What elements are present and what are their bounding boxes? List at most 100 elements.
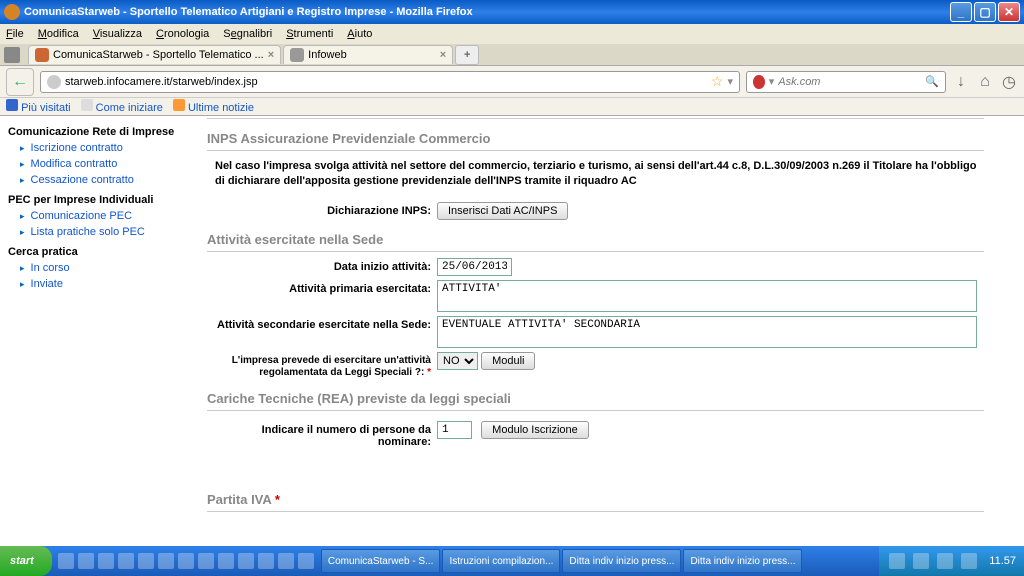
quicklaunch-icon[interactable] bbox=[238, 553, 254, 569]
search-bar[interactable]: ▾ 🔍 bbox=[746, 71, 946, 93]
sidebar-item-in-corso[interactable]: In corso bbox=[8, 260, 187, 276]
url-bar[interactable]: ☆ ▾ bbox=[40, 71, 740, 93]
section-attivita-title: Attività esercitate nella Sede bbox=[207, 228, 984, 252]
sidebar-item-iscrizione[interactable]: Iscrizione contratto bbox=[8, 140, 187, 156]
attivita-secondarie-textarea[interactable]: EVENTUALE ATTIVITA' SECONDARIA bbox=[437, 316, 977, 348]
sidebar-section-pec: PEC per Imprese Individuali bbox=[8, 194, 187, 206]
home-icon[interactable]: ⌂ bbox=[976, 73, 994, 91]
menu-aiuto[interactable]: Aiuto bbox=[347, 28, 372, 40]
quicklaunch-icon[interactable] bbox=[58, 553, 74, 569]
section-inps-title: INPS Assicurazione Previdenziale Commerc… bbox=[207, 127, 984, 151]
bookmark-star-icon[interactable]: ☆ bbox=[711, 73, 724, 90]
menu-cronologia[interactable]: Cronologia bbox=[156, 28, 209, 40]
tab-strip: ComunicaStarweb - Sportello Telematico .… bbox=[0, 44, 1024, 66]
tab-label: Infoweb bbox=[308, 49, 347, 61]
bookmark-ultime-notizie[interactable]: Ultime notizie bbox=[173, 99, 254, 114]
search-magnifier-icon[interactable]: 🔍 bbox=[925, 75, 939, 88]
bookmark-come-iniziare[interactable]: Come iniziare bbox=[81, 99, 163, 114]
attivita-secondarie-label: Attività secondarie esercitate nella Sed… bbox=[207, 316, 437, 331]
bookmark-piu-visitati[interactable]: Più visitati bbox=[6, 99, 71, 114]
close-button[interactable]: ✕ bbox=[998, 2, 1020, 22]
quicklaunch-icon[interactable] bbox=[298, 553, 314, 569]
window-titlebar: ComunicaStarweb - Sportello Telematico A… bbox=[0, 0, 1024, 24]
ask-icon bbox=[753, 75, 765, 89]
main-form: INPS Assicurazione Previdenziale Commerc… bbox=[195, 116, 1024, 558]
persone-input[interactable] bbox=[437, 421, 472, 439]
task-ditta-2[interactable]: Ditta indiv inizio press... bbox=[683, 549, 802, 573]
maximize-button[interactable]: ▢ bbox=[974, 2, 996, 22]
tray-icon[interactable] bbox=[889, 553, 905, 569]
sidebar-item-inviate[interactable]: Inviate bbox=[8, 276, 187, 292]
start-button[interactable]: start bbox=[0, 546, 52, 576]
menu-file[interactable]: File bbox=[6, 28, 24, 40]
menu-visualizza[interactable]: Visualizza bbox=[93, 28, 142, 40]
attivita-primaria-textarea[interactable]: ATTIVITA' bbox=[437, 280, 977, 312]
url-input[interactable] bbox=[65, 76, 707, 88]
inserisci-dati-button[interactable]: Inserisci Dati AC/INPS bbox=[437, 202, 568, 220]
search-dropdown-icon[interactable]: ▾ bbox=[769, 75, 775, 88]
tab-close-icon[interactable]: × bbox=[440, 49, 446, 61]
task-ditta-1[interactable]: Ditta indiv inizio press... bbox=[562, 549, 681, 573]
menu-strumenti[interactable]: Strumenti bbox=[286, 28, 333, 40]
tray-icon[interactable] bbox=[937, 553, 953, 569]
modulo-iscrizione-button[interactable]: Modulo Iscrizione bbox=[481, 421, 589, 439]
download-icon[interactable]: ↓ bbox=[952, 73, 970, 91]
menu-bar: File Modifica Visualizza Cronologia Segn… bbox=[0, 24, 1024, 44]
new-tab-button[interactable]: + bbox=[455, 45, 479, 65]
attivita-primaria-label: Attività primaria esercitata: bbox=[207, 280, 437, 295]
dichiarazione-label: Dichiarazione INPS: bbox=[207, 202, 437, 217]
nav-toolbar: ← ☆ ▾ ▾ 🔍 ↓ ⌂ ◷ bbox=[0, 66, 1024, 98]
window-title: ComunicaStarweb - Sportello Telematico A… bbox=[24, 6, 473, 18]
data-inizio-label: Data inizio attività: bbox=[207, 258, 437, 273]
clock[interactable]: 11.57 bbox=[989, 555, 1016, 567]
quicklaunch-icon[interactable] bbox=[178, 553, 194, 569]
moduli-button[interactable]: Moduli bbox=[481, 352, 535, 370]
browser-tab-1[interactable]: ComunicaStarweb - Sportello Telematico .… bbox=[28, 45, 281, 64]
menu-modifica[interactable]: Modifica bbox=[38, 28, 79, 40]
sidebar-section-cerca: Cerca pratica bbox=[8, 246, 187, 258]
sidebar-item-modifica[interactable]: Modifica contratto bbox=[8, 156, 187, 172]
quicklaunch-icon[interactable] bbox=[138, 553, 154, 569]
sidebar-item-cessazione[interactable]: Cessazione contratto bbox=[8, 172, 187, 188]
quicklaunch-icon[interactable] bbox=[158, 553, 174, 569]
quicklaunch-icon[interactable] bbox=[118, 553, 134, 569]
leggi-speciali-label: L'impresa prevede di esercitare un'attiv… bbox=[207, 352, 437, 379]
quicklaunch-icon[interactable] bbox=[98, 553, 114, 569]
task-istruzioni[interactable]: Istruzioni compilazion... bbox=[442, 549, 560, 573]
quicklaunch-icon[interactable] bbox=[78, 553, 94, 569]
persone-label: Indicare il numero di persone da nominar… bbox=[207, 421, 437, 448]
print-icon[interactable] bbox=[4, 47, 20, 63]
section-piva-title: Partita IVA * bbox=[207, 488, 984, 512]
history-icon[interactable]: ◷ bbox=[1000, 73, 1018, 91]
tray-icon[interactable] bbox=[961, 553, 977, 569]
bookmarks-toolbar: Più visitati Come iniziare Ultime notizi… bbox=[0, 98, 1024, 116]
back-button[interactable]: ← bbox=[6, 68, 34, 96]
quicklaunch-icon[interactable] bbox=[198, 553, 214, 569]
section-cariche-title: Cariche Tecniche (REA) previste da leggi… bbox=[207, 387, 984, 411]
tab-favicon-icon bbox=[290, 48, 304, 62]
sidebar: Comunicazione Rete di Imprese Iscrizione… bbox=[0, 116, 195, 558]
sidebar-section-comunicazione: Comunicazione Rete di Imprese bbox=[8, 126, 187, 138]
search-input[interactable] bbox=[778, 76, 921, 88]
tray-icon[interactable] bbox=[913, 553, 929, 569]
taskbar: start ComunicaStarweb - S... Istruzioni … bbox=[0, 546, 1024, 576]
quicklaunch-icon[interactable] bbox=[258, 553, 274, 569]
quicklaunch-icon[interactable] bbox=[278, 553, 294, 569]
browser-tab-2[interactable]: Infoweb × bbox=[283, 45, 453, 64]
quicklaunch-icon[interactable] bbox=[218, 553, 234, 569]
data-inizio-input[interactable] bbox=[437, 258, 512, 276]
sidebar-item-comunicazione-pec[interactable]: Comunicazione PEC bbox=[8, 208, 187, 224]
sidebar-item-lista-pratiche[interactable]: Lista pratiche solo PEC bbox=[8, 224, 187, 240]
menu-segnalibri[interactable]: Segnalibri bbox=[223, 28, 272, 40]
system-tray: 11.57 bbox=[879, 546, 1024, 576]
tab-label: ComunicaStarweb - Sportello Telematico .… bbox=[53, 49, 264, 61]
url-dropdown-icon[interactable]: ▾ bbox=[727, 75, 733, 88]
minimize-button[interactable]: _ bbox=[950, 2, 972, 22]
task-firefox[interactable]: ComunicaStarweb - S... bbox=[321, 549, 441, 573]
inps-info-text: Nel caso l'impresa svolga attività nel s… bbox=[215, 159, 984, 190]
tab-favicon-icon bbox=[35, 48, 49, 62]
tab-close-icon[interactable]: × bbox=[268, 49, 274, 61]
globe-icon bbox=[47, 75, 61, 89]
leggi-speciali-select[interactable]: NO bbox=[437, 352, 478, 370]
firefox-icon bbox=[4, 4, 20, 20]
